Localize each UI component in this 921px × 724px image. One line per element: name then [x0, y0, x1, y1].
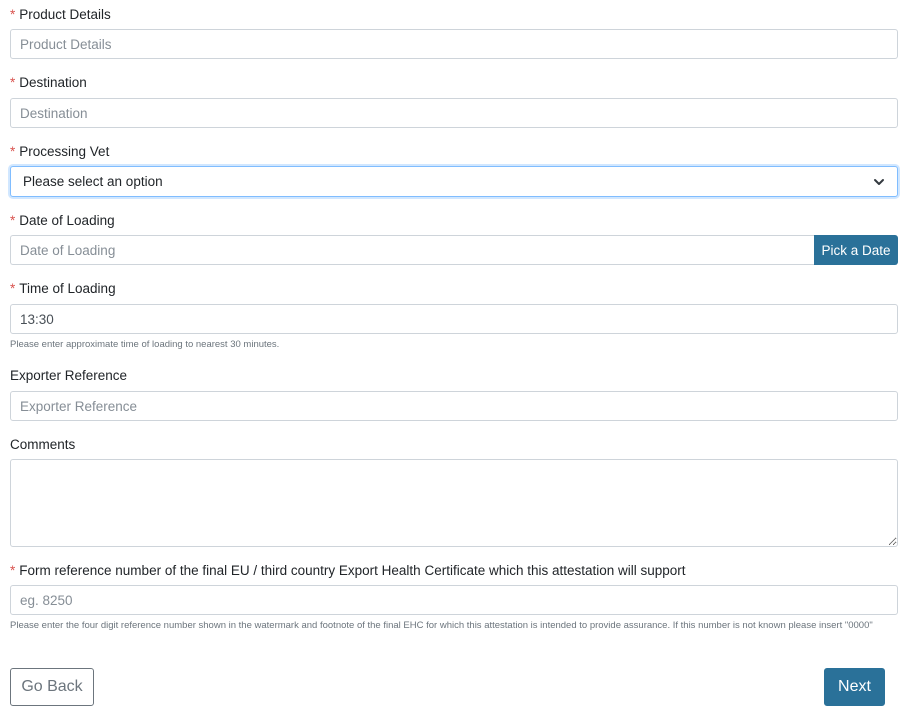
required-marker: *: [10, 281, 16, 296]
required-marker: *: [10, 563, 16, 578]
date-of-loading-label-text: Date of Loading: [19, 213, 115, 228]
processing-vet-label-text: Processing Vet: [19, 144, 110, 159]
product-details-label-text: Product Details: [19, 7, 111, 22]
destination-label-text: Destination: [19, 75, 87, 90]
destination-label: * Destination: [10, 75, 87, 91]
form-reference-help: Please enter the four digit reference nu…: [10, 620, 873, 631]
exporter-reference-input[interactable]: [10, 391, 898, 421]
next-button[interactable]: Next: [824, 668, 885, 706]
exporter-reference-label: Exporter Reference: [10, 368, 128, 383]
comments-textarea[interactable]: [10, 459, 898, 547]
time-of-loading-label: * Time of Loading: [10, 281, 116, 297]
product-details-input[interactable]: [10, 29, 898, 59]
time-of-loading-input[interactable]: [10, 304, 898, 334]
date-of-loading-label: * Date of Loading: [10, 213, 115, 229]
required-marker: *: [10, 213, 16, 228]
destination-input[interactable]: [10, 98, 898, 128]
pick-a-date-button[interactable]: Pick a Date: [814, 235, 898, 265]
form-reference-label-text: Form reference number of the final EU / …: [19, 563, 686, 578]
form-reference-label: * Form reference number of the final EU /…: [10, 563, 686, 579]
processing-vet-select[interactable]: Please select an option: [10, 166, 898, 197]
date-of-loading-input[interactable]: [10, 235, 814, 265]
date-of-loading-group: Pick a Date: [10, 235, 898, 265]
go-back-button[interactable]: Go Back: [10, 668, 94, 706]
required-marker: *: [10, 144, 16, 159]
form-reference-input[interactable]: [10, 585, 898, 615]
product-details-label: * Product Details: [10, 7, 111, 23]
required-marker: *: [10, 75, 16, 90]
comments-label: Comments: [10, 437, 76, 452]
time-of-loading-label-text: Time of Loading: [19, 281, 116, 296]
required-marker: *: [10, 7, 16, 22]
time-of-loading-help: Please enter approximate time of loading…: [10, 339, 280, 350]
processing-vet-label: * Processing Vet: [10, 144, 109, 160]
chevron-down-icon: [873, 176, 885, 188]
processing-vet-selected-value: Please select an option: [23, 174, 163, 189]
